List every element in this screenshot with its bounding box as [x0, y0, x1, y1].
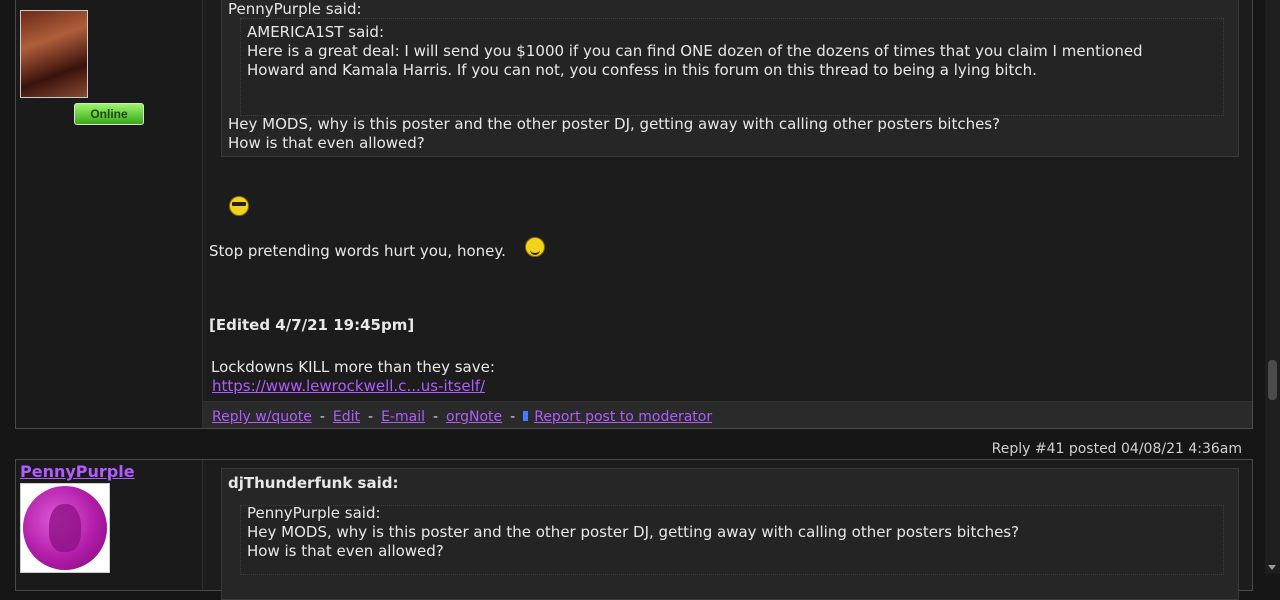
post-author-panel: Online [16, 0, 203, 428]
username-link[interactable]: PennyPurple [20, 462, 135, 481]
scroll-down-arrow-icon[interactable] [1268, 565, 1276, 570]
edit-link[interactable]: Edit [333, 409, 360, 425]
laughing-emoji-icon [525, 237, 545, 257]
forum-post: PennyPurple djThunderfunk said: PennyPur… [15, 459, 1253, 600]
separator: - [368, 409, 374, 425]
online-status-badge: Online [74, 103, 144, 125]
signature-text: Lockdowns KILL more than they save: [211, 358, 495, 376]
nested-quote-block: AMERICA1ST said: Here is a great deal: I… [240, 18, 1224, 116]
nested-quote-text: Hey MODS, why is this poster and the oth… [247, 523, 1020, 541]
nested-quote-text: Howard and Kamala Harris. If you can not… [247, 61, 1037, 79]
edited-label: [Edited 4/7/21 19:45pm] [209, 316, 415, 334]
post-content: djThunderfunk said: PennyPurple said: He… [203, 460, 1252, 600]
quote-block: djThunderfunk said: PennyPurple said: He… [221, 468, 1239, 600]
nested-quote-author-label: AMERICA1ST said: [247, 23, 385, 41]
separator: - [510, 409, 516, 425]
signature-link[interactable]: https://www.lewrockwell.c...us-itself/ [212, 377, 485, 395]
separator: - [319, 409, 325, 425]
forum-post: Online PennyPurple said: AMERICA1ST said… [15, 0, 1253, 429]
grimace-emoji-icon [229, 196, 249, 216]
user-avatar[interactable] [20, 483, 110, 573]
nested-quote-author-label: PennyPurple said: [247, 504, 381, 522]
quote-text: How is that even allowed? [228, 134, 425, 152]
post-body-text: Stop pretending words hurt you, honey. [209, 242, 506, 260]
report-flag-icon [523, 411, 529, 421]
reply-with-quote-link[interactable]: Reply w/quote [212, 409, 312, 425]
nested-quote-block: PennyPurple said: Hey MODS, why is this … [240, 504, 1224, 575]
separator: - [432, 409, 439, 425]
penny-coin-icon [23, 486, 107, 570]
user-avatar[interactable] [20, 10, 88, 98]
orgnote-link[interactable]: orgNote [446, 409, 502, 425]
email-link[interactable]: E-mail [381, 409, 425, 425]
page-scrollbar[interactable] [1265, 0, 1280, 574]
report-post-link[interactable]: Report post to moderator [534, 409, 712, 425]
quote-author-label: PennyPurple said: [228, 0, 362, 18]
post-content: PennyPurple said: AMERICA1ST said: Here … [203, 0, 1252, 428]
nested-quote-text: Here is a great deal: I will send you $1… [247, 42, 1143, 60]
post-author-panel: PennyPurple [16, 460, 203, 590]
quote-block: PennyPurple said: AMERICA1ST said: Here … [221, 0, 1239, 157]
quote-author-label: djThunderfunk said: [228, 474, 399, 492]
post-actions-bar: Reply w/quote - Edit - E-mail - orgNote - Report… [203, 401, 1252, 428]
nested-quote-text: How is that even allowed? [247, 542, 444, 560]
scrollbar-thumb[interactable] [1268, 360, 1277, 400]
quote-text: Hey MODS, why is this poster and the oth… [228, 115, 1001, 133]
reply-info: Reply #41 posted 04/08/21 4:36am [991, 441, 1242, 457]
